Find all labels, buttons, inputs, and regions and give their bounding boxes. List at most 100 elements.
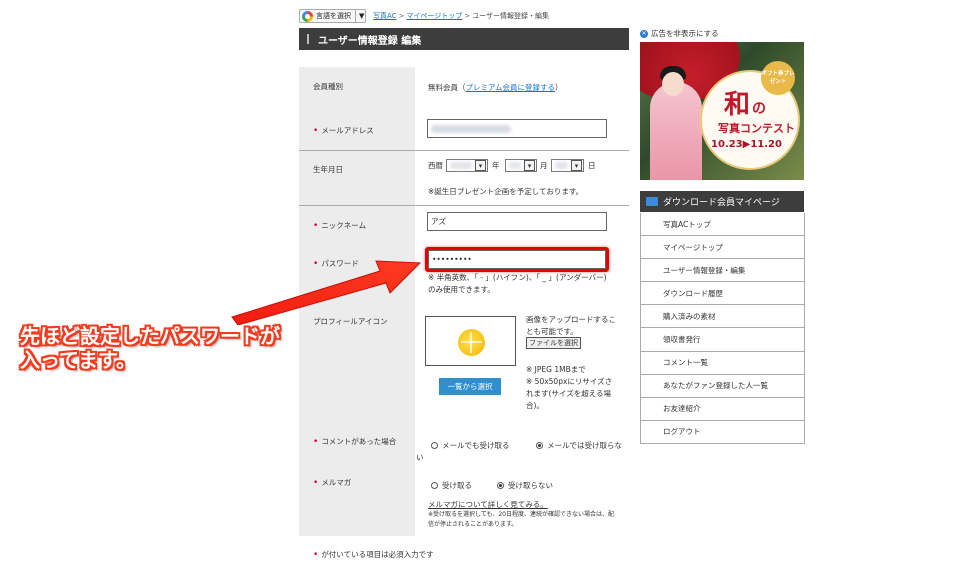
face-graphic: [662, 72, 684, 96]
mailmag-details-link[interactable]: メルマガについて詳しく見てみる。: [428, 499, 548, 510]
menu-item-user-edit[interactable]: ユーザー情報登録・編集: [640, 259, 805, 283]
required-mark: •: [313, 550, 319, 560]
orange-avatar-icon: [458, 329, 485, 356]
required-note-text: が付いている項目は必須入力です: [321, 550, 434, 559]
upload-hint-line1: 画像をアップロードするこ: [526, 315, 616, 324]
mailmag-note: ※受け取るを選択しても、20日程度、連続が確認できない場合は、配 信が停止される…: [428, 510, 614, 530]
mypage-menu-title: ダウンロード会員マイページ: [663, 198, 780, 208]
gift-badge: ギフト券プレゼント: [761, 61, 795, 95]
banner-subtitle: 写真コンテスト: [718, 122, 795, 135]
mypage-menu-header: ダウンロード会員マイページ: [640, 191, 804, 212]
membership-type: 無料会員（: [428, 83, 466, 92]
menu-item-logout[interactable]: ログアウト: [640, 420, 805, 444]
menu-item-fan-list[interactable]: あなたがファン登録した人一覧: [640, 374, 805, 398]
radio-label-wrap: い: [416, 453, 424, 462]
mailmag-label: • メルマガ: [313, 477, 351, 488]
upload-spec-line4: 合)。: [526, 401, 544, 410]
banner-headline: 和の: [724, 84, 766, 121]
radio-icon: [431, 482, 438, 489]
menu-item-download-history[interactable]: ダウンロード履歴: [640, 282, 805, 306]
mailmag-option-no-receive[interactable]: 受け取らない: [497, 480, 553, 491]
comment-notify-option-no-email[interactable]: メールでは受け取らな: [536, 440, 622, 451]
required-mark: •: [313, 437, 319, 447]
mailmag-option-receive[interactable]: 受け取る: [431, 480, 472, 491]
mailmag-label-text: メルマガ: [321, 478, 352, 487]
breadcrumb-current: ユーザー情報登録・編集: [472, 12, 550, 20]
email-value-blurred: [431, 124, 511, 133]
contest-banner[interactable]: ギフト券プレゼント 和の 写真コンテスト 10.23▶11.20: [640, 42, 804, 180]
radio-label: 受け取らない: [508, 481, 553, 490]
password-note-line2: のみ使用できます。: [428, 285, 495, 294]
email-label-text: メールアドレス: [321, 126, 374, 135]
radio-selected-icon: [497, 482, 504, 489]
mypage-menu: 写真ACトップ マイページトップ ユーザー情報登録・編集 ダウンロード履歴 購入…: [640, 213, 805, 444]
hide-ad-link[interactable]: ✕ 広告を非表示にする: [640, 28, 719, 39]
menu-item-purchased[interactable]: 購入済みの素材: [640, 305, 805, 329]
birthday-year-select[interactable]: ▾: [446, 159, 488, 172]
form-divider: [299, 205, 629, 206]
birthday-day-select[interactable]: ▾: [551, 159, 584, 172]
chevron-down-icon[interactable]: ▼: [359, 12, 364, 20]
birthday-month-unit: 月: [540, 161, 548, 170]
translate-widget[interactable]: 言語を選択 ▼: [299, 9, 366, 23]
page-title-bar: ユーザー情報登録 編集: [299, 28, 629, 50]
birthday-day-unit: 日: [588, 161, 596, 170]
comment-notify-option-email[interactable]: メールでも受け取る: [431, 440, 510, 451]
year-value-blurred: [450, 162, 472, 169]
radio-selected-icon: [536, 442, 543, 449]
birthday-era: 西暦: [428, 161, 443, 170]
chevron-down-icon: ▾: [524, 160, 535, 171]
page-title: ユーザー情報登録 編集: [318, 35, 422, 47]
email-label: • メールアドレス: [313, 125, 374, 136]
day-value-blurred: [555, 162, 568, 169]
membership-label: 会員種別: [313, 82, 343, 91]
mailmag-note-line2: 信が停止されることがあります。: [428, 521, 518, 528]
banner-date: 10.23▶11.20: [711, 139, 782, 150]
breadcrumb-link-mypage[interactable]: マイページトップ: [406, 12, 462, 20]
menu-item-receipt[interactable]: 領収書発行: [640, 328, 805, 352]
nickname-input[interactable]: アズ: [427, 212, 607, 231]
annotation-arrow-icon: [231, 260, 422, 325]
close-icon: ✕: [640, 29, 648, 38]
menu-item-comments[interactable]: コメント一覧: [640, 351, 805, 375]
month-value-blurred: [509, 162, 521, 169]
membership-paren: ）: [554, 83, 563, 92]
mailmag-note-line1: ※受け取るを選択しても、20日程度、連続が確認できない場合は、配: [428, 511, 615, 518]
translate-label: 言語を選択: [316, 12, 351, 20]
chevron-down-icon: ▾: [475, 160, 486, 171]
annotation-line2: 入ってます。: [20, 348, 136, 372]
form-divider: [299, 150, 629, 151]
radio-icon: [431, 442, 438, 449]
comment-notify-label-text: コメントがあった場合: [321, 437, 397, 446]
upload-spec-line2: ※ 50x50pxにリサイズさ: [526, 377, 613, 386]
nickname-label-text: ニックネーム: [321, 221, 367, 230]
title-accent: [307, 34, 309, 44]
kimono-graphic: [650, 82, 702, 180]
choose-from-list-button[interactable]: 一覧から選択: [439, 378, 501, 395]
upload-spec-line1: ※ JPEG 1MBまで: [526, 365, 586, 374]
annotation-callout: 先ほど設定したパスワードが 入ってます。: [20, 324, 280, 372]
email-input[interactable]: [427, 119, 607, 138]
birthday-year-unit: 年: [492, 161, 500, 170]
upload-hint: 画像をアップロードするこ とも可能です。: [526, 314, 616, 338]
file-select-button[interactable]: ファイルを選択: [526, 337, 581, 349]
breadcrumb-link-home[interactable]: 写真AC: [373, 12, 397, 20]
menu-item-photoac-top[interactable]: 写真ACトップ: [640, 213, 805, 237]
premium-register-link[interactable]: プレミアム会員に登録する: [466, 83, 555, 92]
nickname-label: • ニックネーム: [313, 220, 366, 231]
birthday-month-select[interactable]: ▾: [505, 159, 537, 172]
menu-item-invite-friends[interactable]: お友達紹介: [640, 397, 805, 421]
menu-item-mypage-top[interactable]: マイページトップ: [640, 236, 805, 260]
radio-label: メールでも受け取る: [442, 441, 510, 450]
translate-divider: [355, 10, 356, 22]
birthday-note: ※誕生日プレゼント企画を予定しております。: [428, 187, 584, 196]
birthday-label: 生年月日: [313, 165, 343, 174]
folder-icon: [646, 197, 658, 206]
banner-headline-main: 和: [724, 90, 751, 120]
google-icon: [302, 10, 313, 22]
password-note-line1: ※ 半角英数、「 - 」(ハイフン)、「 _ 」(アンダーバー): [428, 273, 607, 282]
required-mark: •: [313, 221, 319, 231]
upload-spec-line3: れます(サイズを超える場: [526, 389, 611, 398]
breadcrumb-separator: >: [398, 12, 405, 20]
radio-label: メールでは受け取らな: [547, 441, 622, 450]
